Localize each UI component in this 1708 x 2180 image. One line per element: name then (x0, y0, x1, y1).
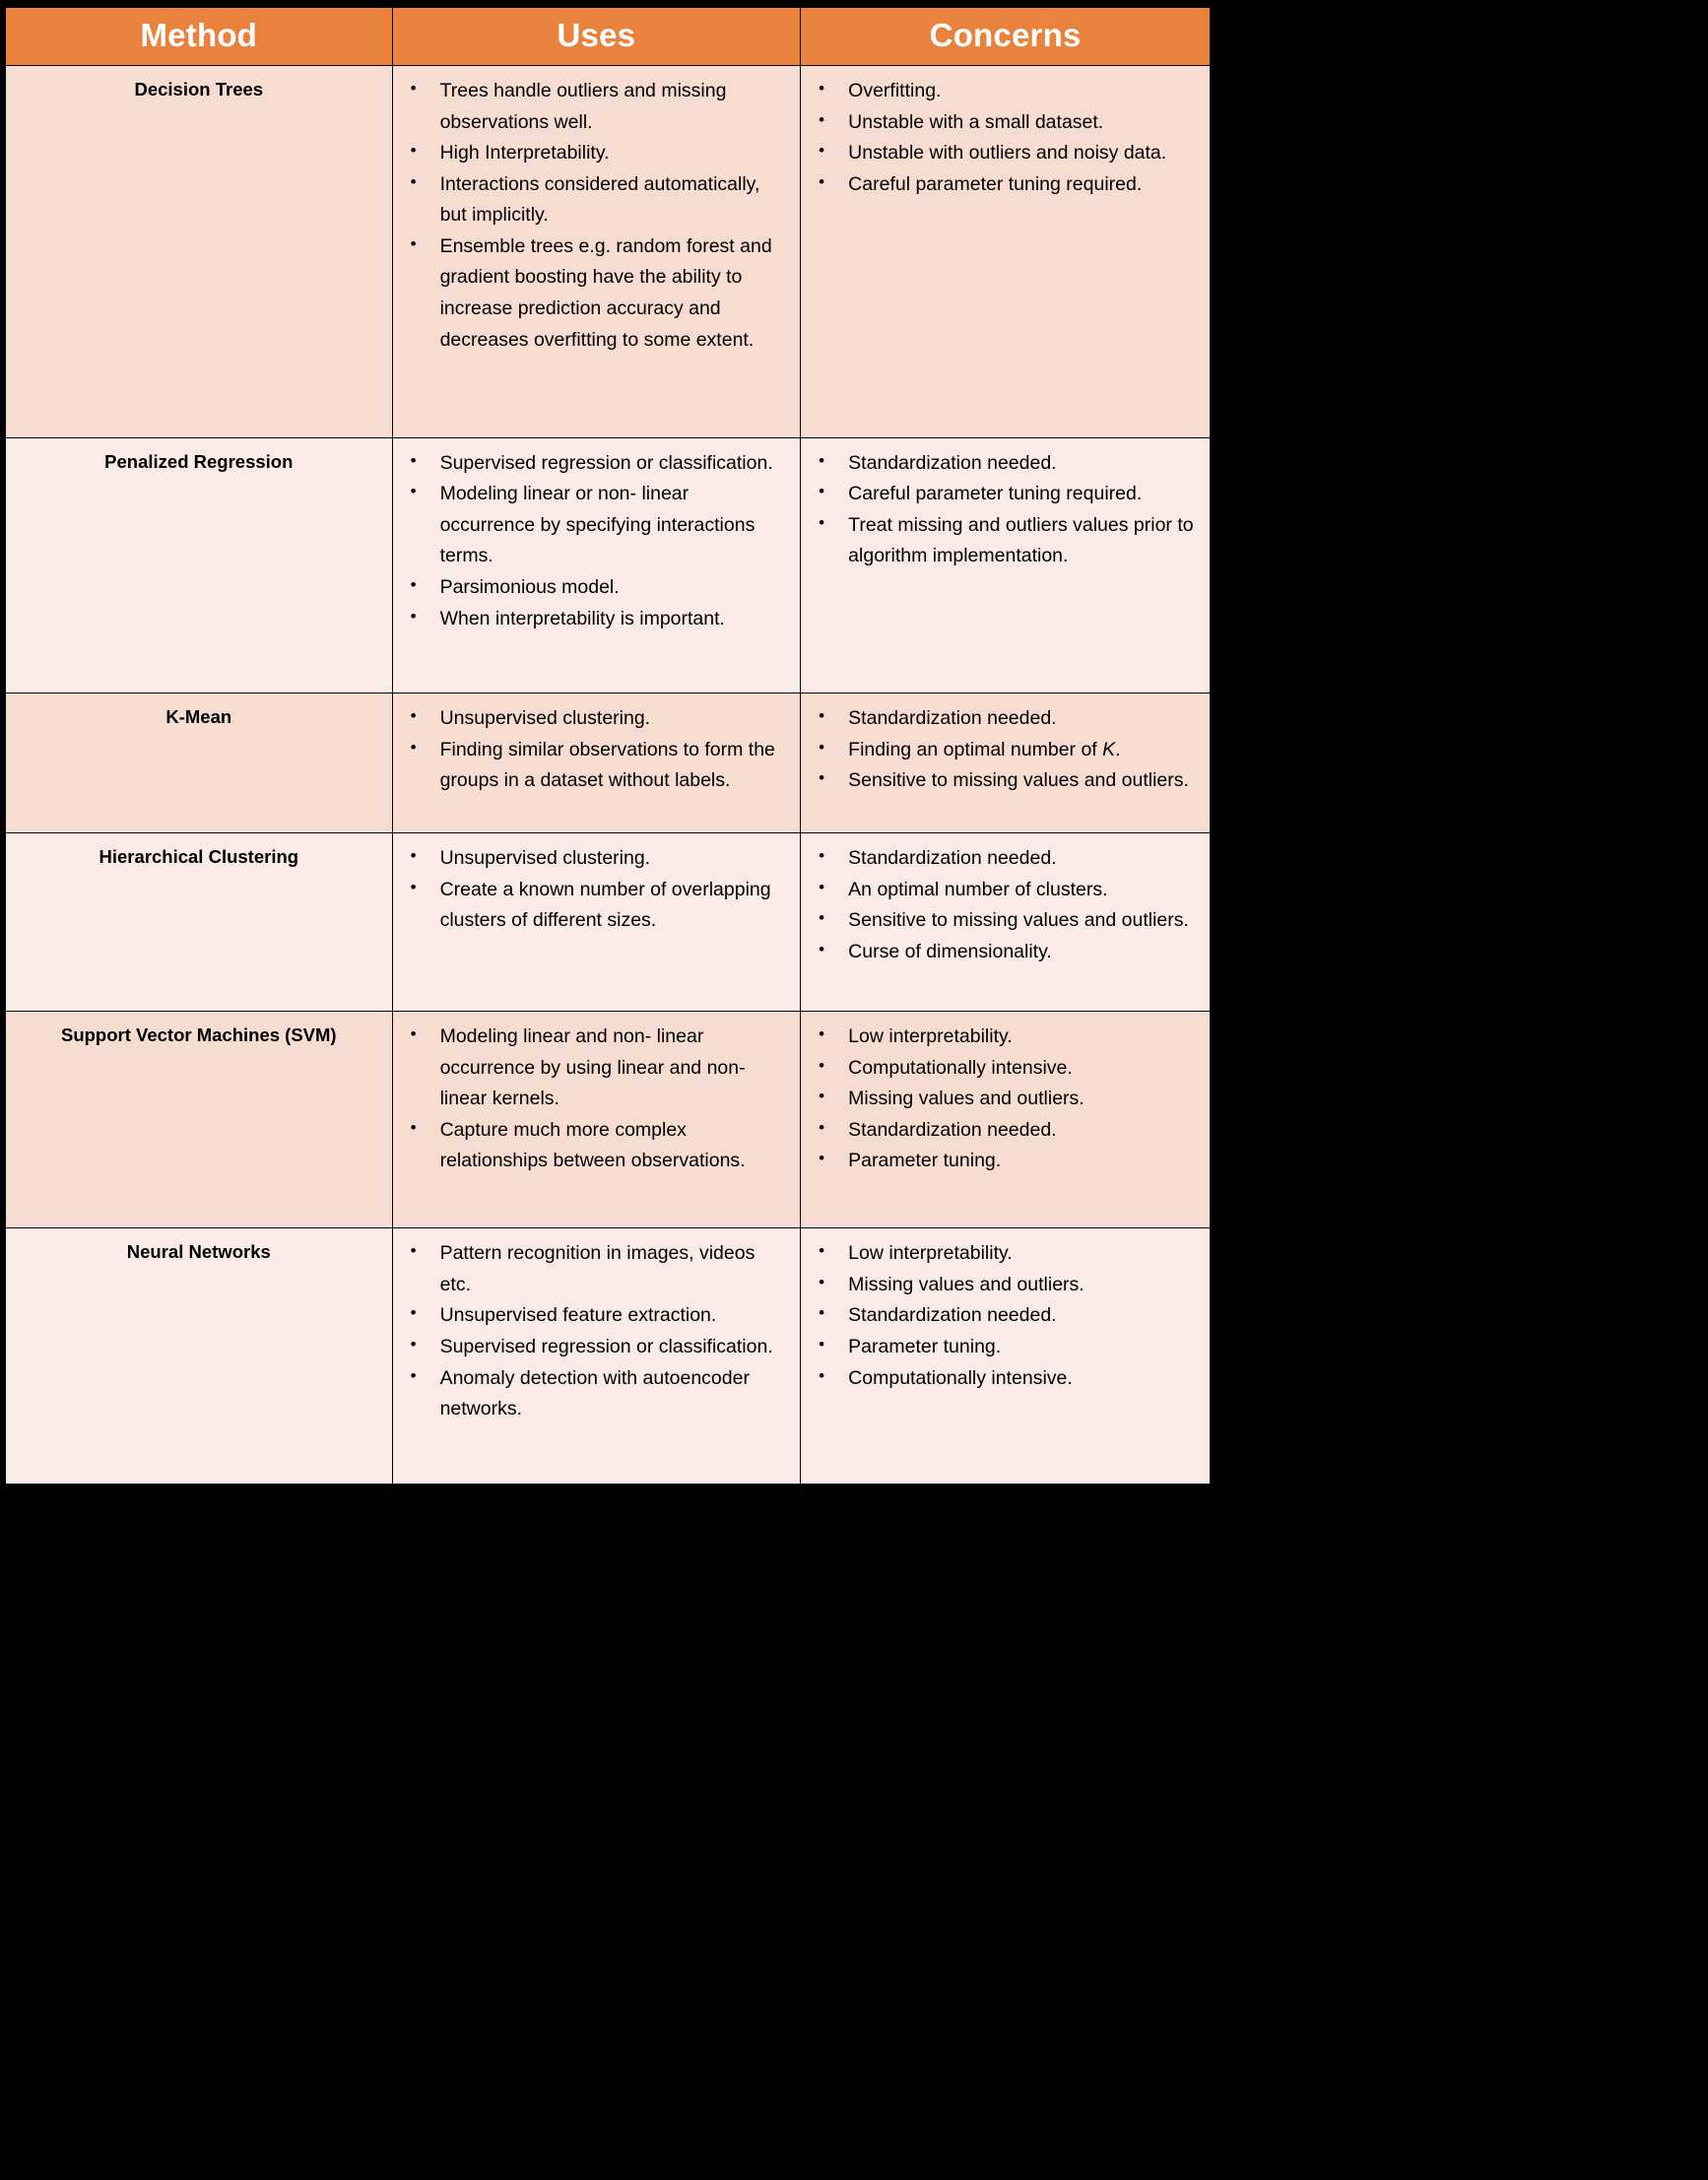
method-cell: Decision Trees (5, 65, 393, 438)
header-row: Method Uses Concerns (5, 7, 1211, 66)
list-item: Modeling linear and non- linear occurren… (411, 1021, 789, 1115)
list-item: Parsimonious model. (411, 571, 789, 604)
list-item: Create a known number of overlapping clu… (411, 874, 789, 937)
list-item: Standardization needed. (819, 702, 1198, 735)
table-row: Hierarchical ClusteringUnsupervised clus… (5, 831, 1211, 1012)
list-item: Missing values and outliers. (819, 1269, 1198, 1301)
uses-cell: Supervised regression or classification.… (391, 436, 802, 694)
list-item: Anomaly detection with autoencoder netwo… (411, 1362, 789, 1425)
table-row: Decision Trees Trees handle outliers and … (5, 65, 1211, 438)
method-cell: Hierarchical Clustering (5, 831, 393, 1012)
ml-methods-table: Method Uses Concerns Decision Trees Trees… (5, 7, 1211, 1485)
list-item: Treat missing and outliers values prior … (819, 509, 1198, 572)
list-item: Parameter tuning. (819, 1145, 1198, 1177)
concerns-list: Standardization needed.Finding an optima… (801, 702, 1202, 797)
list-item: Supervised regression or classification. (411, 1331, 789, 1363)
list-item: Sensitive to missing values and outliers… (819, 764, 1198, 797)
concerns-cell: Low interpretability.Computationally int… (800, 1010, 1211, 1229)
list-item: Parameter tuning. (819, 1331, 1198, 1363)
uses-list: Supervised regression or classification.… (393, 447, 793, 635)
uses-cell: Unsupervised clustering.Create a known n… (391, 831, 802, 1012)
table-row: Support Vector Machines (SVM)Modeling li… (5, 1010, 1211, 1229)
list-item: Sensitive to missing values and outliers… (819, 904, 1198, 937)
uses-list: Pattern recognition in images, videos et… (393, 1237, 793, 1425)
table-row: Neural Networks Pattern recognition in im… (5, 1227, 1211, 1485)
list-item: Careful parameter tuning required. (819, 168, 1198, 201)
concerns-cell: Standardization needed.Finding an optima… (800, 693, 1211, 833)
column-header-uses: Uses (391, 7, 802, 66)
list-item: Low interpretability. (819, 1237, 1198, 1270)
concerns-cell: Overfitting.Unstable with a small datase… (800, 65, 1211, 438)
list-item: An optimal number of clusters. (819, 874, 1198, 906)
list-item: Interactions considered automatically, b… (411, 168, 789, 231)
list-item: Curse of dimensionality. (819, 936, 1198, 968)
list-item: Modeling linear or non- linear occurrenc… (411, 478, 789, 572)
list-item: Ensemble trees e.g. random forest and gr… (411, 231, 789, 356)
concerns-list: Low interpretability.Computationally int… (801, 1021, 1202, 1177)
list-item: Capture much more complex relationships … (411, 1114, 789, 1177)
list-item: Standardization needed. (819, 1299, 1198, 1332)
concerns-list: Low interpretability.Missing values and … (801, 1237, 1202, 1395)
uses-list: Unsupervised clustering.Create a known n… (393, 842, 793, 937)
uses-cell: Trees handle outliers and missing observ… (391, 65, 802, 438)
list-item: Unsupervised clustering. (411, 702, 789, 735)
concerns-list: Standardization needed.Careful parameter… (801, 447, 1202, 572)
method-cell: Neural Networks (5, 1227, 393, 1485)
list-item: Overfitting. (819, 75, 1198, 107)
column-header-method: Method (5, 7, 393, 66)
list-item: Unstable with outliers and noisy data. (819, 137, 1198, 169)
list-item: Pattern recognition in images, videos et… (411, 1237, 789, 1300)
method-cell: Support Vector Machines (SVM) (5, 1010, 393, 1229)
method-cell: Penalized Regression (5, 436, 393, 694)
list-item: Computationally intensive. (819, 1362, 1198, 1395)
list-item: Missing values and outliers. (819, 1083, 1198, 1115)
list-item: Supervised regression or classification. (411, 447, 789, 480)
list-item: Unsupervised clustering. (411, 842, 789, 875)
list-item: Unstable with a small dataset. (819, 106, 1198, 139)
list-item: Finding an optimal number of K. (819, 734, 1198, 766)
table-body: Decision Trees Trees handle outliers and … (5, 65, 1211, 1485)
uses-list: Unsupervised clustering.Finding similar … (393, 702, 793, 797)
concerns-list: Standardization needed.An optimal number… (801, 842, 1202, 968)
uses-cell: Modeling linear and non- linear occurren… (391, 1010, 802, 1229)
table-frame: Method Uses Concerns Decision Trees Trees… (0, 0, 1215, 1490)
list-item: Standardization needed. (819, 842, 1198, 875)
table-row: Penalized RegressionSupervised regressio… (5, 436, 1211, 694)
list-item: Standardization needed. (819, 447, 1198, 480)
table-row: K-MeanUnsupervised clustering.Finding si… (5, 693, 1211, 833)
list-item: Finding similar observations to form the… (411, 734, 789, 797)
column-header-concerns: Concerns (800, 7, 1211, 66)
table-header: Method Uses Concerns (5, 7, 1211, 66)
list-item: Low interpretability. (819, 1021, 1198, 1053)
list-item: Trees handle outliers and missing observ… (411, 75, 789, 138)
list-item: High Interpretability. (411, 137, 789, 169)
concerns-cell: Standardization needed.An optimal number… (800, 831, 1211, 1012)
list-item: When interpretability is important. (411, 603, 789, 635)
concerns-list: Overfitting.Unstable with a small datase… (801, 75, 1202, 201)
list-item: Careful parameter tuning required. (819, 478, 1198, 510)
method-cell: K-Mean (5, 693, 393, 833)
uses-cell: Pattern recognition in images, videos et… (391, 1227, 802, 1485)
concerns-cell: Standardization needed.Careful parameter… (800, 436, 1211, 694)
uses-cell: Unsupervised clustering.Finding similar … (391, 693, 802, 833)
uses-list: Trees handle outliers and missing observ… (393, 75, 793, 356)
uses-list: Modeling linear and non- linear occurren… (393, 1021, 793, 1177)
list-item: Computationally intensive. (819, 1052, 1198, 1085)
concerns-cell: Low interpretability.Missing values and … (800, 1227, 1211, 1485)
list-item: Unsupervised feature extraction. (411, 1299, 789, 1332)
list-item: Standardization needed. (819, 1114, 1198, 1147)
